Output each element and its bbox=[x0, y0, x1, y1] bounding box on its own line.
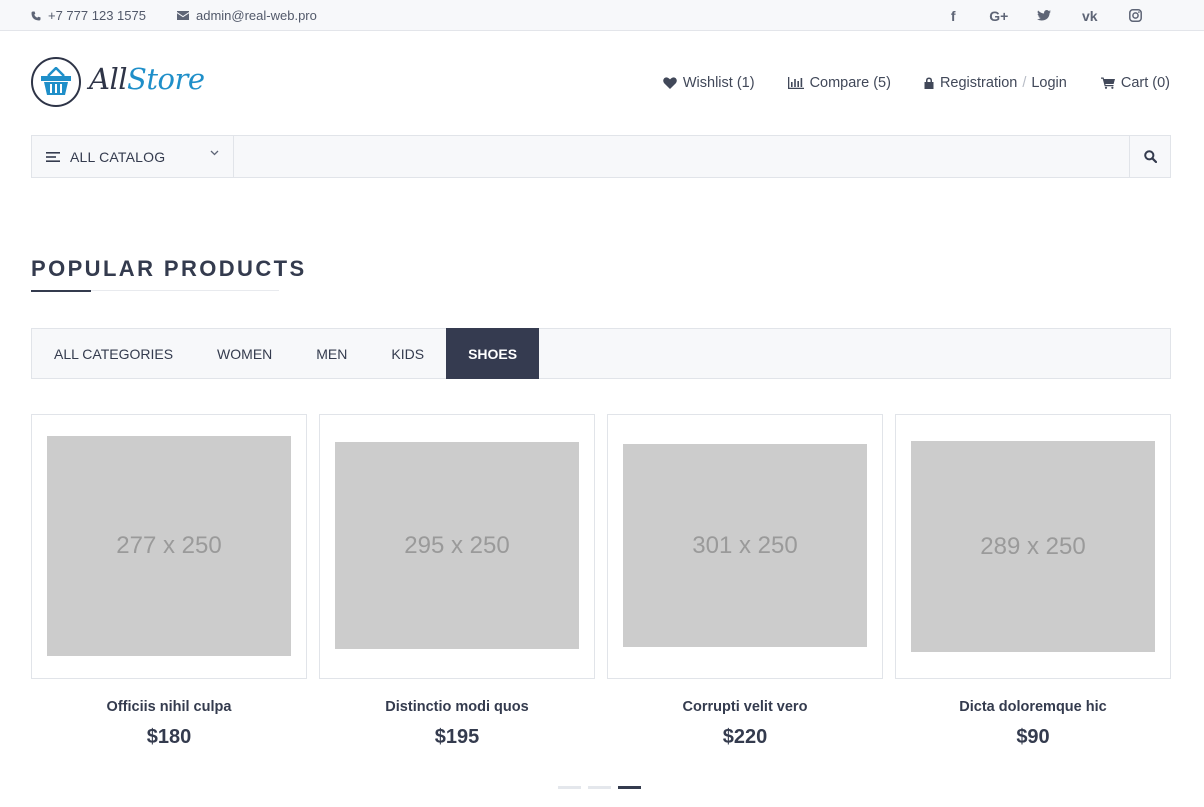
bar-chart-icon bbox=[787, 77, 804, 89]
wishlist-link[interactable]: Wishlist (1) bbox=[663, 75, 755, 91]
title-underline bbox=[31, 290, 91, 292]
product-name[interactable]: Distinctio modi quos bbox=[319, 699, 595, 715]
tab-men[interactable]: MEN bbox=[294, 329, 369, 378]
search-input[interactable] bbox=[235, 136, 1128, 177]
carousel-pagination bbox=[558, 786, 641, 789]
phone-icon bbox=[31, 11, 41, 20]
phone-number: +7 777 123 1575 bbox=[48, 8, 146, 23]
store-logo[interactable]: AllStore bbox=[31, 56, 206, 112]
wishlist-label: Wishlist (1) bbox=[682, 75, 755, 91]
section-title: POPULAR PRODUCTS bbox=[31, 256, 307, 281]
tab-women[interactable]: WOMEN bbox=[195, 329, 294, 378]
catalog-dropdown[interactable]: ALL CATALOG bbox=[32, 136, 234, 177]
product-name[interactable]: Dicta doloremque hic bbox=[895, 699, 1171, 715]
product-image[interactable]: 301 x 250 bbox=[623, 444, 867, 647]
compare-label: Compare (5) bbox=[809, 75, 891, 91]
lock-icon bbox=[924, 77, 934, 89]
heart-icon bbox=[663, 77, 677, 89]
menu-icon bbox=[46, 151, 60, 162]
login-link[interactable]: Login bbox=[1031, 75, 1066, 91]
logo-wordmark: AllStore bbox=[89, 62, 205, 96]
product-name[interactable]: Corrupti velit vero bbox=[607, 699, 883, 715]
product-card[interactable]: 295 x 250 bbox=[319, 414, 595, 679]
tab-kids[interactable]: KIDS bbox=[369, 329, 446, 378]
carousel-dot-1[interactable] bbox=[558, 786, 581, 789]
cart-label: Cart (0) bbox=[1120, 75, 1170, 91]
compare-link[interactable]: Compare (5) bbox=[787, 75, 891, 91]
logo-text-all: All bbox=[89, 62, 128, 96]
product-price: $180 bbox=[146, 726, 192, 748]
search-icon bbox=[1143, 150, 1157, 163]
product-card[interactable]: 301 x 250 bbox=[607, 414, 883, 679]
product-price: $90 bbox=[1016, 726, 1050, 748]
product-name[interactable]: Officiis nihil culpa bbox=[31, 699, 307, 715]
chevron-down-icon bbox=[210, 150, 219, 156]
facebook-icon[interactable]: f bbox=[931, 8, 977, 24]
catalog-label: ALL CATALOG bbox=[70, 148, 166, 165]
phone-contact[interactable]: +7 777 123 1575 bbox=[31, 0, 146, 31]
product-card[interactable]: 289 x 250 bbox=[895, 414, 1171, 679]
search-bar: ALL CATALOG bbox=[31, 135, 1171, 178]
category-tabs: ALL CATEGORIES WOMEN MEN KIDS SHOES bbox=[31, 328, 1171, 379]
product-image[interactable]: 277 x 250 bbox=[47, 436, 291, 656]
tab-shoes[interactable]: SHOES bbox=[446, 328, 540, 379]
top-bar: +7 777 123 1575 admin@real-web.pro f G+ … bbox=[0, 0, 1204, 31]
email-contact[interactable]: admin@real-web.pro bbox=[177, 0, 317, 31]
instagram-icon[interactable] bbox=[1113, 9, 1159, 22]
cart-link[interactable]: Cart (0) bbox=[1100, 75, 1170, 91]
product-price: $220 bbox=[722, 726, 768, 748]
twitter-icon[interactable] bbox=[1022, 9, 1068, 22]
logo-text-store: Store bbox=[127, 62, 205, 96]
search-button[interactable] bbox=[1129, 136, 1170, 177]
cart-icon bbox=[1100, 77, 1115, 89]
social-links: f G+ vk bbox=[931, 0, 1159, 31]
google-plus-icon[interactable]: G+ bbox=[976, 8, 1022, 24]
basket-logo-icon bbox=[31, 57, 81, 107]
registration-label: Registration bbox=[939, 75, 1018, 91]
product-price: $195 bbox=[434, 726, 480, 748]
carousel-dot-3[interactable] bbox=[618, 786, 641, 789]
product-image[interactable]: 289 x 250 bbox=[911, 441, 1155, 652]
product-image[interactable]: 295 x 250 bbox=[335, 442, 579, 649]
vk-icon[interactable]: vk bbox=[1067, 8, 1113, 24]
header-nav: Wishlist (1) Compare (5) Registration / … bbox=[663, 72, 1170, 94]
envelope-icon bbox=[177, 11, 189, 20]
registration-link[interactable]: Registration bbox=[924, 75, 1017, 91]
tab-all-categories[interactable]: ALL CATEGORIES bbox=[32, 329, 195, 378]
email-address: admin@real-web.pro bbox=[196, 8, 317, 23]
carousel-dot-2[interactable] bbox=[588, 786, 611, 789]
product-card[interactable]: 277 x 250 bbox=[31, 414, 307, 679]
auth-separator: / bbox=[1022, 75, 1027, 91]
